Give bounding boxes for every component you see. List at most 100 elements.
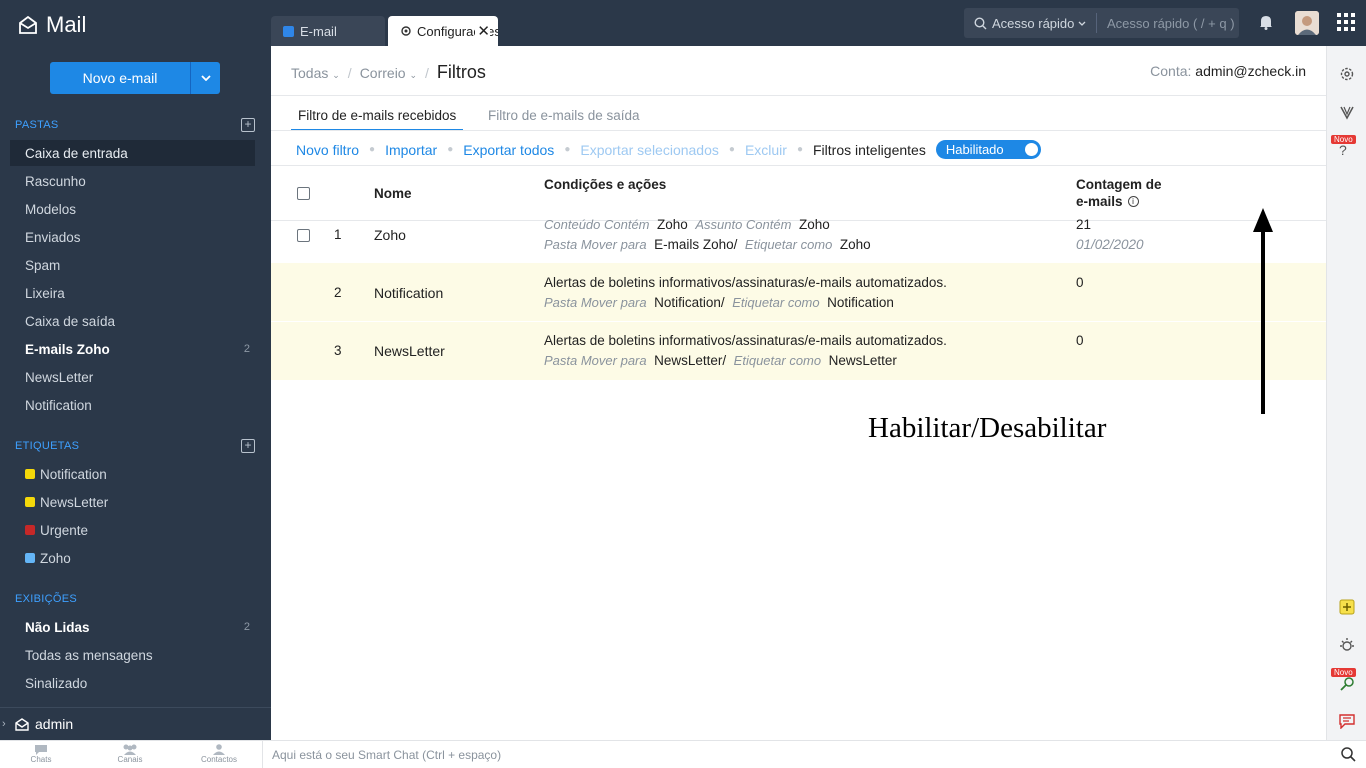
email-count: 21 (1076, 217, 1092, 232)
action-value: Notification/ (654, 295, 725, 310)
export-all-button[interactable]: Exportar todos (463, 142, 554, 158)
nav-contacts[interactable]: Contactos (199, 744, 239, 764)
folder-sent[interactable]: Enviados (10, 224, 255, 250)
action-value: Notification (827, 295, 894, 310)
folders-section-title[interactable]: PASTAS (15, 119, 59, 131)
signature-icon[interactable] (1339, 104, 1355, 125)
close-tab-icon[interactable]: ✕ (475, 22, 490, 40)
settings-gear-icon[interactable] (1339, 66, 1355, 87)
tab-settings[interactable]: Configurações ✕ (388, 16, 498, 46)
folder-drafts[interactable]: Rascunho (10, 168, 255, 194)
nav-channels[interactable]: Canais (110, 744, 150, 764)
unread-count: 2 (243, 621, 250, 633)
tag-urgent[interactable]: Urgente (10, 517, 255, 543)
breadcrumb-all[interactable]: Todas ⌄ (291, 65, 340, 81)
folder-zoho-emails[interactable]: E-mails Zoho 2 (10, 336, 255, 362)
unread-count: 2 (243, 343, 250, 355)
chevron-down-icon (200, 75, 211, 81)
new-mail-button[interactable]: Novo e-mail (50, 62, 190, 94)
select-all-checkbox[interactable] (297, 187, 310, 200)
table-row[interactable]: 3 NewsLetter Alertas de boletins informa… (271, 322, 1326, 380)
info-icon[interactable]: i (1127, 196, 1139, 207)
new-mail-dropdown-button[interactable] (190, 62, 220, 94)
view-all-messages[interactable]: Todas as mensagens (10, 642, 255, 668)
separator-dot: ● (447, 144, 454, 155)
import-button[interactable]: Importar (385, 142, 437, 158)
folder-inbox[interactable]: Caixa de entrada (10, 140, 255, 166)
folder-newsletter[interactable]: NewsLetter (10, 364, 255, 390)
views-section-title[interactable]: EXIBIÇÕES (15, 593, 77, 605)
breadcrumb-separator: / (347, 64, 352, 81)
tags-section-title[interactable]: ETIQUETAS (15, 440, 79, 452)
filter-name: Notification (374, 285, 444, 301)
account-email: admin@zcheck.in (1195, 63, 1306, 79)
view-unread[interactable]: Não Lidas 2 (10, 614, 255, 640)
app-name: Mail (46, 12, 87, 37)
integrations-icon[interactable] (1339, 676, 1355, 697)
mail-logo-icon (19, 16, 37, 34)
app-grid-icon[interactable] (1337, 13, 1355, 31)
separator-dot: ● (564, 144, 571, 155)
page-title: Filtros (436, 62, 486, 82)
last-applied-date: 01/02/2020 (1076, 237, 1144, 252)
tag-color-icon (25, 497, 35, 507)
tag-zoho[interactable]: Zoho (10, 545, 255, 571)
chat-bubble-icon[interactable] (1339, 713, 1355, 734)
app-logo[interactable]: Mail (18, 12, 86, 38)
quick-access-input[interactable]: Acesso rápido ( / + q ) (1097, 16, 1235, 31)
add-folder-icon[interactable]: + (241, 118, 255, 132)
filter-conditions: Conteúdo Contém Zoho Assunto Contém Zoho (544, 217, 830, 232)
breadcrumb-mail[interactable]: Correio ⌄ (360, 65, 417, 81)
quick-access-scope[interactable]: Acesso rápido (964, 13, 1097, 33)
tab-incoming-filters[interactable]: Filtro de e-mails recebidos (291, 108, 464, 131)
row-checkbox[interactable] (297, 229, 310, 242)
email-app-icon (283, 25, 294, 37)
separator-dot: ● (796, 144, 803, 155)
email-count: 0 (1076, 333, 1084, 348)
delete-button[interactable]: Excluir (745, 142, 787, 158)
account-switcher[interactable]: › admin (0, 707, 271, 740)
help-icon[interactable]: ? (1339, 142, 1347, 158)
folder-spam[interactable]: Spam (10, 252, 255, 278)
column-header-count: Contagem de e-mails i (1076, 177, 1162, 209)
folder-templates[interactable]: Modelos (10, 196, 255, 222)
condition-value: Zoho (798, 217, 830, 232)
chats-icon (35, 745, 47, 755)
action-value: Zoho (839, 237, 871, 252)
export-selected-button[interactable]: Exportar selecionados (580, 142, 719, 158)
add-tag-icon[interactable]: + (241, 439, 255, 453)
condition-label: Conteúdo Contém (544, 217, 650, 232)
user-avatar[interactable] (1295, 11, 1319, 35)
search-icon[interactable] (1340, 746, 1356, 767)
tag-notification[interactable]: Notification (10, 461, 255, 487)
filter-actions: Pasta Mover para NewsLetter/ Etiquetar c… (544, 353, 897, 368)
nav-chats[interactable]: Chats (21, 744, 61, 764)
filter-actions: Pasta Mover para Notification/ Etiquetar… (544, 295, 894, 310)
notification-bell-icon[interactable] (1259, 14, 1273, 35)
mailbox-icon (15, 717, 29, 731)
view-label: Sinalizado (25, 675, 88, 691)
tab-label: E-mail (300, 23, 337, 39)
folder-outbox[interactable]: Caixa de saída (10, 308, 255, 334)
add-note-icon[interactable] (1339, 599, 1355, 620)
main-content: Todas ⌄ / Correio ⌄ / Filtros Conta: adm… (271, 46, 1326, 740)
folder-notification[interactable]: Notification (10, 392, 255, 418)
tag-newsletter[interactable]: NewsLetter (10, 489, 255, 515)
smart-filters-toggle[interactable]: Habilitado (935, 140, 1041, 159)
smart-chat-input[interactable]: Aqui está o seu Smart Chat (Ctrl + espaç… (262, 741, 1326, 768)
quick-access-search[interactable]: Acesso rápido Acesso rápido ( / + q ) (964, 8, 1239, 38)
tab-email[interactable]: E-mail (271, 16, 385, 46)
quick-access-label: Acesso rápido (992, 15, 1075, 31)
tab-outgoing-filters[interactable]: Filtro de e-mails de saída (481, 108, 647, 129)
theme-toggle-icon[interactable] (1339, 637, 1355, 658)
new-filter-button[interactable]: Novo filtro (296, 142, 359, 158)
account-info: Conta: admin@zcheck.in (1150, 63, 1306, 79)
view-flagged[interactable]: Sinalizado (10, 670, 255, 696)
folder-trash[interactable]: Lixeira (10, 280, 255, 306)
table-row[interactable]: 2 Notification Alertas de boletins infor… (271, 263, 1326, 321)
nav-label: Contactos (200, 755, 238, 764)
sidebar: Mail Novo e-mail PASTAS + Caixa de entra… (0, 0, 271, 740)
contacts-icon (213, 744, 225, 755)
folder-label: NewsLetter (25, 369, 94, 385)
email-count: 0 (1076, 275, 1084, 290)
